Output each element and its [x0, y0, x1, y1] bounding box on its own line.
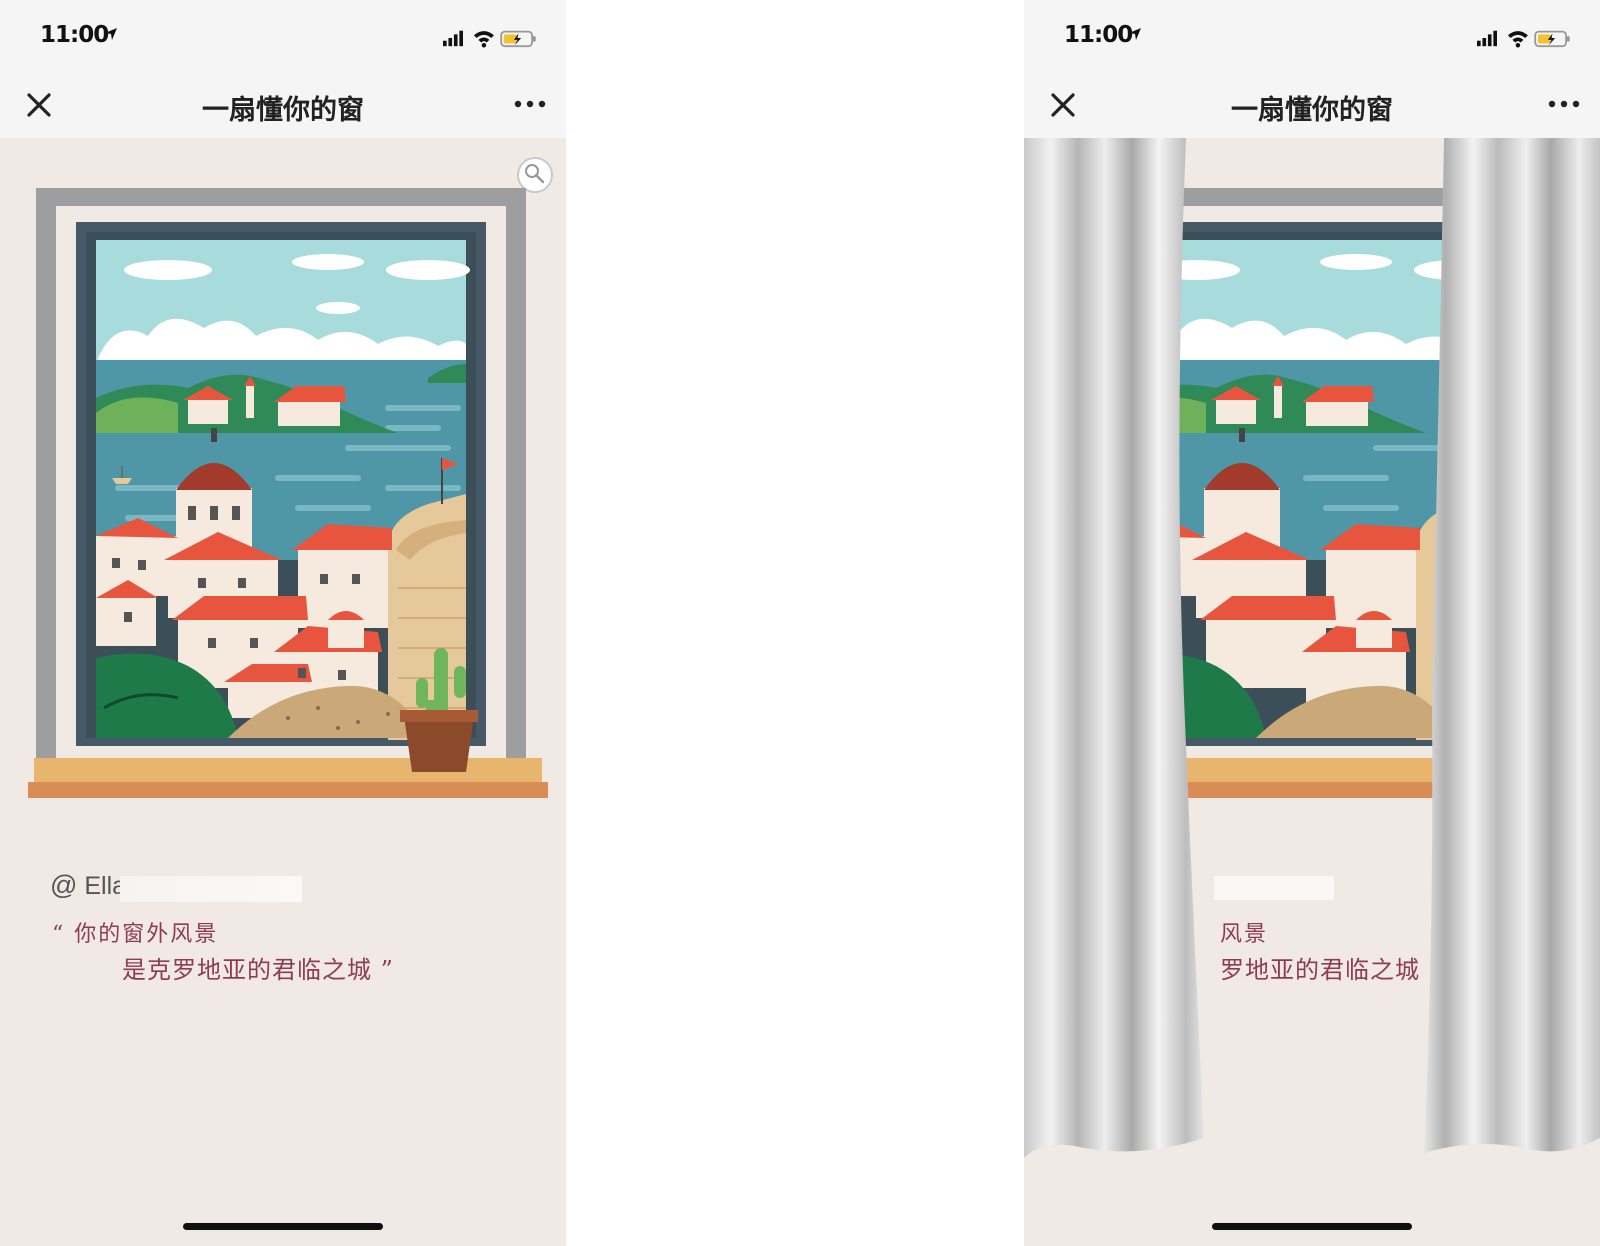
- status-bar: 11:00: [1024, 0, 1600, 72]
- left-curtain: [1024, 138, 1204, 1158]
- at-symbol: @: [50, 870, 78, 900]
- status-time: 11:00: [40, 22, 109, 48]
- home-indicator: [183, 1223, 383, 1230]
- wifi-icon: [473, 31, 494, 48]
- quote-line-2: 是克罗地亚的君临之城 ”: [122, 956, 394, 984]
- signal-icon: [1477, 30, 1497, 47]
- battery-icon: [500, 30, 536, 48]
- left-phone-screen: 11:00 一扇懂你的窗 @ Ella “ 你的窗外风景 是克罗地亚的君临之城 …: [0, 0, 566, 1246]
- status-time: 11:00: [1064, 22, 1133, 48]
- right-phone-screen: 11:00 一扇懂你的窗 风景 罗地亚的君临之城: [1024, 0, 1600, 1246]
- curtains-overlay: [1024, 138, 1600, 1158]
- page-title: 一扇懂你的窗: [202, 95, 364, 126]
- content-area: @ Ella “ 你的窗外风景 是克罗地亚的君临之城 ”: [0, 138, 566, 1246]
- nav-bar: 一扇懂你的窗: [1024, 72, 1600, 138]
- more-icon[interactable]: [512, 94, 548, 114]
- more-icon[interactable]: [1546, 94, 1582, 114]
- signal-icon: [443, 30, 463, 47]
- user-mention: @ Ella: [50, 870, 126, 901]
- location-arrow-icon: [105, 28, 117, 40]
- home-indicator: [1212, 1223, 1412, 1230]
- nav-bar: 一扇懂你的窗: [0, 72, 566, 138]
- right-curtain: [1424, 138, 1600, 1153]
- quote-line-1: “ 你的窗外风景: [52, 922, 219, 947]
- wifi-icon: [1507, 31, 1528, 48]
- status-icons: [443, 30, 536, 48]
- name-redaction: [120, 876, 302, 902]
- status-icons: [1477, 30, 1570, 48]
- location-arrow-icon: [1129, 28, 1141, 40]
- battery-icon: [1534, 30, 1570, 48]
- page-title: 一扇懂你的窗: [1231, 95, 1393, 126]
- content-area: 风景 罗地亚的君临之城: [1024, 138, 1600, 1246]
- status-bar: 11:00: [0, 0, 566, 72]
- window-illustration: [28, 188, 548, 798]
